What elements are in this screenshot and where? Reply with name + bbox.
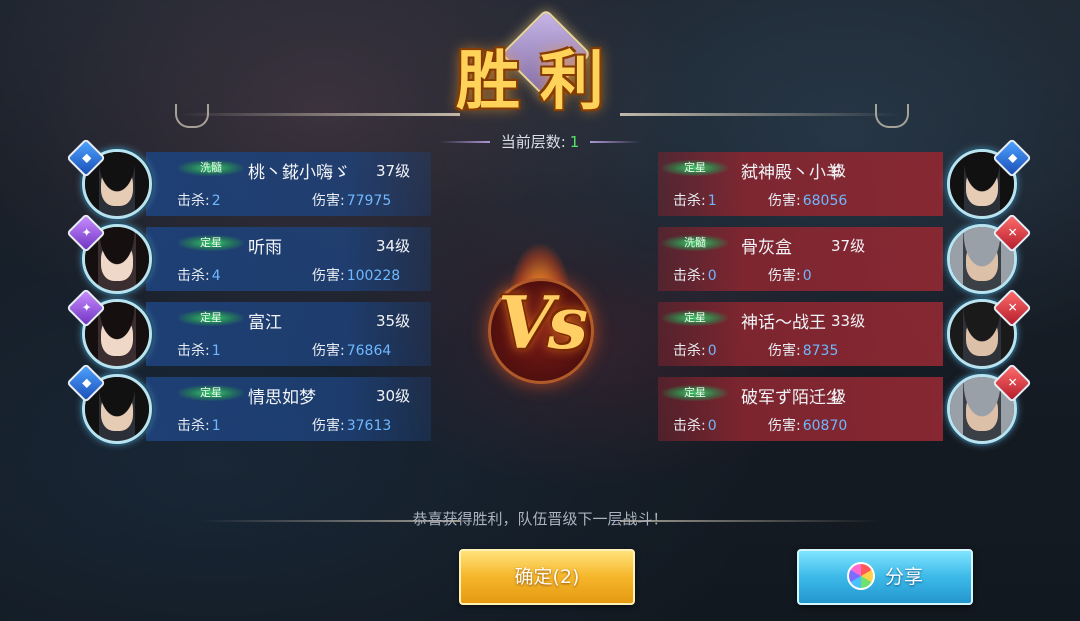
player-level: 33级 (831, 312, 866, 330)
realm-tag: 洗髓 (662, 235, 728, 251)
kill-stat: 击杀: 1 (673, 193, 717, 209)
right-player-row[interactable]: ✕ 洗髓 骨灰盒 37级 击杀: 0 伤害: 0 (648, 213, 1032, 294)
player-level: 37级 (376, 162, 411, 180)
floor-value: 1 (569, 133, 580, 151)
player-name: 弑神殿丶小羊 (741, 163, 843, 183)
realm-tag: 定星 (662, 160, 728, 176)
damage-stat: 伤害: 77975 (312, 193, 392, 209)
damage-stat: 伤害: 76864 (312, 343, 392, 359)
kill-stat: 击杀: 0 (673, 343, 717, 359)
right-player-row[interactable]: ✕ 定星 破军ず陌迁尘 级 击杀: 0 伤害: 60870 (648, 363, 1032, 444)
realm-tag: 定星 (178, 385, 244, 401)
kill-stat: 击杀: 2 (177, 193, 221, 209)
victory-title: 胜利 (456, 44, 624, 119)
right-player-row[interactable]: ✕ 定星 神话～战王 33级 击杀: 0 伤害: 8735 (648, 288, 1032, 369)
player-name: 神话～战王 (741, 313, 826, 333)
damage-stat: 伤害: 100228 (312, 268, 401, 284)
kill-stat: 击杀: 1 (177, 418, 221, 434)
left-player-row[interactable]: ◆ 洗髓 桃丶錵小嗨ゞ 37级 击杀: 2 伤害: 77975 (66, 138, 432, 219)
kill-stat: 击杀: 1 (177, 343, 221, 359)
share-icon (846, 561, 875, 590)
victory-header: 胜利 当前层数: 1 (0, 0, 1080, 160)
title-curl-right (875, 104, 909, 128)
title-divider-left (180, 113, 460, 116)
realm-tag: 定星 (178, 310, 244, 326)
player-name: 听雨 (248, 238, 282, 258)
current-floor: 当前层数: 1 (440, 131, 640, 153)
title-divider-right (620, 113, 900, 116)
versus-label: Vs (497, 280, 588, 365)
share-button-label: 分享 (884, 566, 923, 588)
confirm-button-label: 确定(2) (514, 566, 580, 588)
kill-stat: 击杀: 0 (673, 418, 717, 434)
player-level: 35级 (376, 312, 411, 330)
player-name: 富江 (248, 313, 282, 333)
player-level: 级 (831, 387, 847, 405)
realm-tag: 定星 (662, 310, 728, 326)
damage-stat: 伤害: 8735 (768, 343, 839, 359)
victory-message: 恭喜获得胜利，队伍晋级下一层战斗！ (412, 510, 668, 528)
realm-tag: 定星 (662, 385, 728, 401)
left-player-row[interactable]: ✦ 定星 听雨 34级 击杀: 4 伤害: 100228 (66, 213, 432, 294)
share-button[interactable]: 分享 (797, 549, 973, 605)
player-level: 级 (831, 162, 847, 180)
player-name: 情思如梦 (248, 388, 316, 408)
damage-stat: 伤害: 68056 (768, 193, 848, 209)
kill-stat: 击杀: 4 (177, 268, 221, 284)
realm-tag: 定星 (178, 235, 244, 251)
player-name: 破军ず陌迁尘 (741, 388, 843, 408)
confirm-button[interactable]: 确定(2) (459, 549, 635, 605)
player-name: 骨灰盒 (741, 238, 792, 258)
player-level: 37级 (831, 237, 866, 255)
realm-tag: 洗髓 (178, 160, 244, 176)
left-player-row[interactable]: ✦ 定星 富江 35级 击杀: 1 伤害: 76864 (66, 288, 432, 369)
floor-label: 当前层数: (500, 133, 566, 151)
player-name: 桃丶錵小嗨ゞ (248, 163, 350, 183)
player-level: 30级 (376, 387, 411, 405)
damage-stat: 伤害: 0 (768, 268, 812, 284)
damage-stat: 伤害: 60870 (768, 418, 848, 434)
right-player-row[interactable]: ◆ 定星 弑神殿丶小羊 级 击杀: 1 伤害: 68056 (648, 138, 1032, 219)
kill-stat: 击杀: 0 (673, 268, 717, 284)
damage-stat: 伤害: 37613 (312, 418, 392, 434)
versus-emblem: Vs (470, 240, 610, 390)
left-player-row[interactable]: ◆ 定星 情思如梦 30级 击杀: 1 伤害: 37613 (66, 363, 432, 444)
title-curl-left (175, 104, 209, 128)
player-level: 34级 (376, 237, 411, 255)
